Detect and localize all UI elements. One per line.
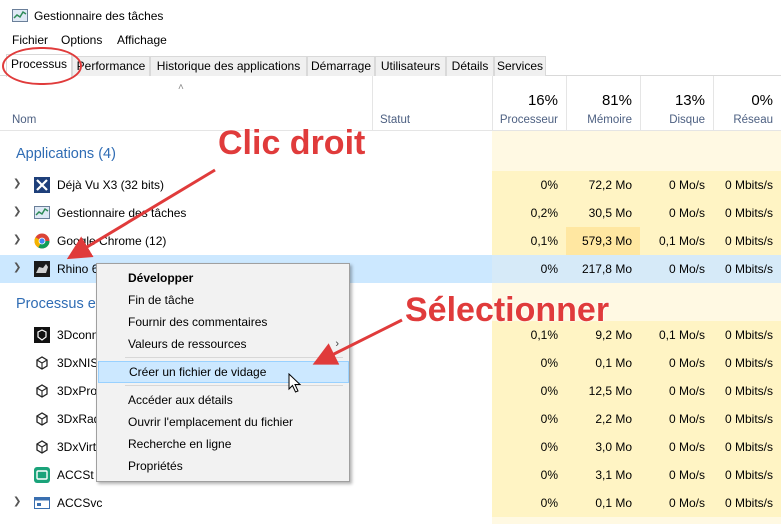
column-status[interactable]: Statut <box>372 76 492 130</box>
3dconnexion-icon <box>36 440 48 454</box>
tab-historique[interactable]: Historique des applications <box>150 56 307 76</box>
context-menu: Développer Fin de tâche Fournir des comm… <box>96 263 350 482</box>
tab-demarrage[interactable]: Démarrage <box>307 56 375 76</box>
group-applications: Applications (4) <box>16 146 116 162</box>
menu-item-developper[interactable]: Développer <box>98 267 349 289</box>
menu-affichage[interactable]: Affichage <box>117 33 167 47</box>
column-memory[interactable]: 81% Mémoire <box>566 76 640 130</box>
disk-percent: 13% <box>674 92 705 109</box>
column-name[interactable]: Nom <box>0 76 372 130</box>
menu-fichier[interactable]: Fichier <box>12 33 48 47</box>
3dconnexion-icon <box>36 412 48 426</box>
menu-item-acceder-details[interactable]: Accéder aux détails <box>98 389 349 411</box>
menu-item-proprietes[interactable]: Propriétés <box>98 455 349 477</box>
column-cpu[interactable]: 16% Processeur <box>492 76 566 130</box>
tab-details[interactable]: Détails <box>446 56 494 76</box>
table-row[interactable]: ❯ Google Chrome (12) 0,1% 579,3 Mo 0,1 M… <box>0 227 781 255</box>
rhino-icon <box>34 261 50 277</box>
menu-item-ouvrir-emplacement[interactable]: Ouvrir l'emplacement du fichier <box>98 411 349 433</box>
tab-services[interactable]: Services <box>494 56 546 76</box>
menu-options[interactable]: Options <box>61 33 102 47</box>
chevron-right-icon[interactable]: ❯ <box>13 178 21 189</box>
3dconnexion-icon <box>36 384 48 398</box>
annotation-select: Sélectionner <box>405 291 610 329</box>
table-row[interactable]: ❯ Gestionnaire des tâches 0,2% 30,5 Mo 0… <box>0 199 781 227</box>
tab-bar: Processus Performance Historique des app… <box>0 54 781 77</box>
table-row[interactable]: ❯ ACCSvc 0% 0,1 Mo 0 Mo/s 0 Mbits/s <box>0 489 781 517</box>
submenu-arrow-icon: › <box>335 338 339 350</box>
column-header: ˄ Nom Statut 16% Processeur 81% Mémoire … <box>0 76 781 131</box>
chrome-icon <box>34 233 50 249</box>
menu-separator <box>125 357 343 358</box>
table-row[interactable]: ❯ Déjà Vu X3 (32 bits) 0% 72,2 Mo 0 Mo/s… <box>0 171 781 199</box>
chevron-right-icon[interactable]: ❯ <box>13 496 21 507</box>
chevron-right-icon[interactable]: ❯ <box>13 262 21 273</box>
group-background-processes: Processus e <box>16 296 96 312</box>
annotation-right-click: Clic droit <box>218 124 366 162</box>
task-manager-icon <box>12 9 28 22</box>
3dconnexion-icon <box>34 327 50 343</box>
menu-item-recherche-en-ligne[interactable]: Recherche en ligne <box>98 433 349 455</box>
mouse-cursor-icon <box>288 373 302 393</box>
menu-separator <box>125 385 343 386</box>
chevron-right-icon[interactable]: ❯ <box>13 206 21 217</box>
menu-item-valeurs-ressources[interactable]: Valeurs de ressources › <box>98 333 349 355</box>
tab-performance[interactable]: Performance <box>72 56 150 76</box>
acc-service-icon <box>34 467 50 483</box>
network-percent: 0% <box>751 92 773 109</box>
menu-item-fin-de-tache[interactable]: Fin de tâche <box>98 289 349 311</box>
dejavu-icon <box>34 177 50 193</box>
tab-utilisateurs[interactable]: Utilisateurs <box>375 56 446 76</box>
column-network[interactable]: 0% Réseau <box>713 76 781 130</box>
chevron-right-icon[interactable]: ❯ <box>13 234 21 245</box>
service-window-icon <box>34 497 50 509</box>
tab-highlight-ellipse <box>2 47 82 85</box>
cpu-percent: 16% <box>527 92 558 109</box>
window-title: Gestionnaire des tâches <box>34 9 164 23</box>
column-disk[interactable]: 13% Disque <box>640 76 713 130</box>
title-bar: Gestionnaire des tâches <box>0 0 781 30</box>
taskmgr-icon <box>34 206 50 219</box>
menu-item-fournir-commentaires[interactable]: Fournir des commentaires <box>98 311 349 333</box>
3dconnexion-icon <box>36 356 48 370</box>
menu-item-creer-fichier-vidage[interactable]: Créer un fichier de vidage <box>98 361 349 383</box>
memory-percent: 81% <box>601 92 632 109</box>
